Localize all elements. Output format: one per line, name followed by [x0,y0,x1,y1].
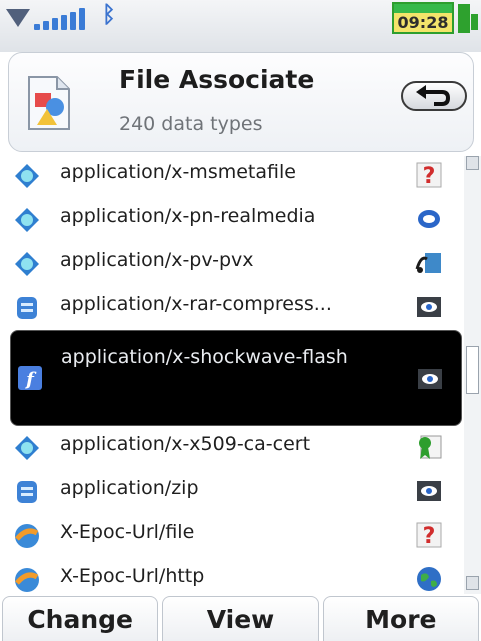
viewer-eye-icon [415,477,443,505]
list-item-label: application/x-shockwave-flash [61,346,348,368]
list-item[interactable]: X-Epoc-Url/file ? [0,514,462,556]
list-item-label: X-Epoc-Url/http [60,565,205,587]
title-header: File Associate 240 data types [8,52,474,152]
globe-icon [415,565,443,593]
data-type-list: application/x-msmetafile ? application/x… [0,154,462,594]
list-item[interactable]: application/x-rar-compress... [0,286,462,328]
list-item-label: application/x-pv-pvx [60,249,254,271]
list-item[interactable]: application/x-pn-realmedia [0,198,462,240]
list-scrollbar[interactable] [464,156,481,594]
diamond-globe-icon [14,435,40,461]
page-title: File Associate [119,65,315,94]
archive-icon [14,479,40,505]
list-item-label: application/x-msmetafile [60,161,296,183]
battery-level-icon [458,4,470,33]
question-mark-icon: ? [415,161,443,189]
viewer-eye-icon [416,365,444,393]
clock: 09:28 [394,13,452,32]
list-item[interactable]: application/x-pv-pvx [0,242,462,284]
scroll-down-arrow-icon[interactable] [466,576,479,590]
list-item[interactable]: X-Epoc-Url/http [0,558,462,600]
flash-icon: f [17,365,43,391]
list-item[interactable]: application/x-x509-ca-cert [0,426,462,468]
svg-text:?: ? [423,524,436,549]
scroll-thumb[interactable] [466,346,479,394]
file-associate-app-icon [25,75,73,131]
certificate-icon [415,433,443,461]
list-item[interactable]: application/zip [0,470,462,512]
view-button[interactable]: View [162,596,319,641]
list-item-selected[interactable]: f application/x-shockwave-flash [10,330,462,426]
menu-indicator-icon [6,9,30,27]
list-item-label: application/x-x509-ca-cert [60,433,311,455]
diamond-globe-icon [14,251,40,277]
svg-text:?: ? [423,164,436,189]
more-button[interactable]: More [322,596,479,641]
status-bar: ᛒ 09:28 [0,0,481,52]
url-scheme-icon [14,523,40,549]
scroll-up-arrow-icon[interactable] [466,156,479,170]
media-player-icon [415,249,443,277]
diamond-globe-icon [14,207,40,233]
battery-icon: 09:28 [392,2,454,34]
viewer-eye-icon [415,293,443,321]
realplayer-icon [415,205,443,233]
back-button[interactable] [401,81,467,111]
list-item-label: application/x-rar-compress... [60,293,332,315]
signal-bars-icon [34,8,92,30]
question-mark-icon: ? [415,521,443,549]
list-item-label: application/x-pn-realmedia [60,205,316,227]
list-item-label: application/zip [60,477,199,499]
archive-icon [14,295,40,321]
change-button[interactable]: Change [2,596,159,641]
list-item-label: X-Epoc-Url/file [60,521,195,543]
list-item[interactable]: application/x-msmetafile ? [0,154,462,196]
softkey-bar: Change View More [0,596,481,641]
back-arrow-icon [416,85,451,106]
diamond-globe-icon [14,163,40,189]
url-scheme-icon [14,567,40,593]
data-type-count: 240 data types [119,113,263,135]
bluetooth-icon: ᛒ [102,2,116,28]
battery-tip-icon [471,14,478,30]
